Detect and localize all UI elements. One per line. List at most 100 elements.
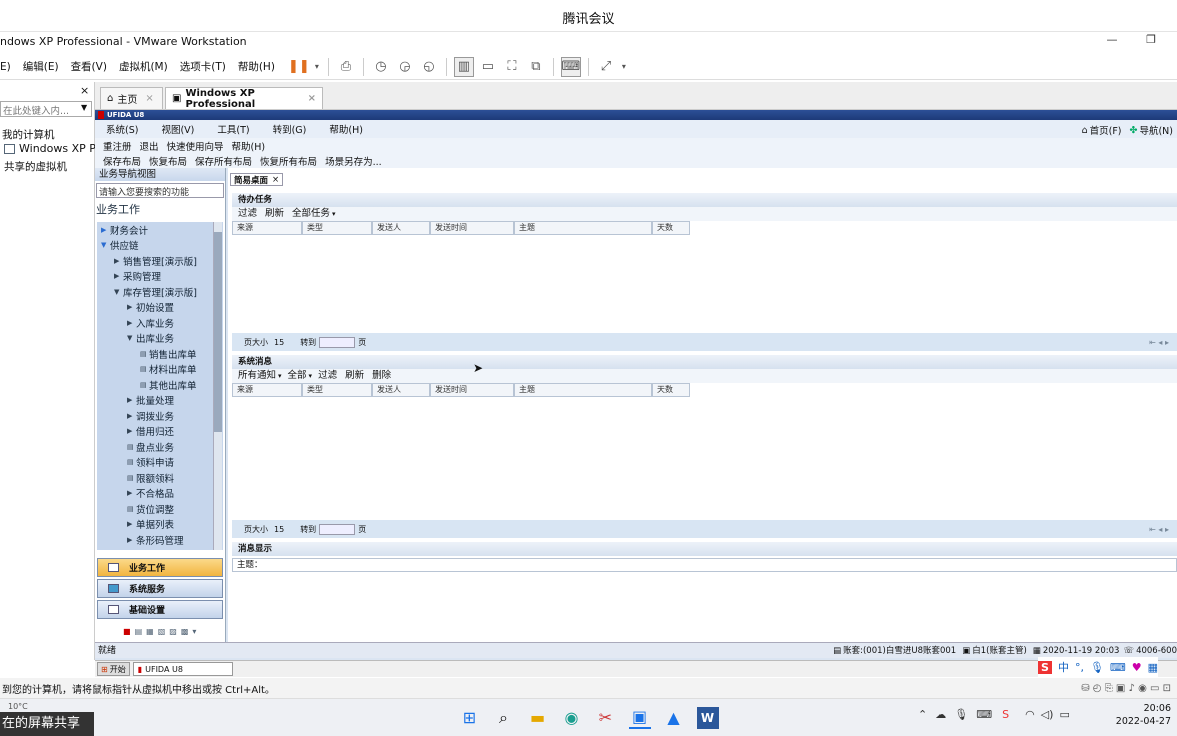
word-icon[interactable]: W: [696, 706, 719, 729]
sysmsg-filter-button[interactable]: 过滤: [318, 369, 337, 383]
chevron-down-icon[interactable]: ▾: [332, 207, 336, 221]
col-subject[interactable]: 主题: [514, 221, 652, 235]
col-type[interactable]: 类型: [302, 383, 372, 397]
nav-tree-item[interactable]: ▶ 财务会计: [97, 222, 223, 238]
col-days[interactable]: 天数: [652, 383, 690, 397]
nav-system-service-button[interactable]: 系统服务: [97, 579, 223, 598]
wifi-icon[interactable]: ◠: [1025, 708, 1035, 721]
sysmsg-refresh-button[interactable]: 刷新: [345, 369, 364, 383]
photo-app-icon[interactable]: ▲: [663, 707, 685, 729]
tool-icon[interactable]: ▦: [146, 627, 154, 636]
chevron-down-icon[interactable]: ▾: [313, 57, 321, 77]
microphone-icon[interactable]: 🎙: [1090, 661, 1104, 674]
nav-tree-item[interactable]: ▶ 调拨业务: [97, 408, 223, 424]
collapsed-arrow-icon[interactable]: ▶: [127, 396, 136, 404]
chevron-down-icon[interactable]: ▾: [278, 369, 282, 383]
close-icon[interactable]: ×: [145, 93, 153, 104]
collapsed-arrow-icon[interactable]: ▶: [114, 257, 123, 265]
document-icon[interactable]: ▤: [140, 365, 149, 373]
tab-home[interactable]: ⌂ 主页 ×: [100, 87, 163, 109]
expanded-arrow-icon[interactable]: ▼: [101, 241, 110, 249]
menu-file[interactable]: E): [0, 61, 11, 73]
nav-tree-item[interactable]: ▼ 出库业务: [97, 331, 223, 347]
tool-icon[interactable]: ▩: [181, 627, 189, 636]
nav-tree-item[interactable]: ▶ 采购管理: [97, 269, 223, 285]
menu-vm[interactable]: 虚拟机(M): [119, 59, 168, 74]
nav-tree-item[interactable]: ▤ 领料申请: [97, 455, 223, 471]
col-type[interactable]: 类型: [302, 221, 372, 235]
nav-tree-item[interactable]: ▤ 其他出库单: [97, 377, 223, 393]
tool-icon[interactable]: ▧: [158, 627, 166, 636]
collapsed-arrow-icon[interactable]: ▶: [127, 520, 136, 528]
nav-basic-settings-button[interactable]: 基础设置: [97, 600, 223, 619]
todo-filter-button[interactable]: 过滤: [238, 207, 257, 221]
collapsed-arrow-icon[interactable]: ▶: [127, 427, 136, 435]
tencent-meeting-icon[interactable]: ▣: [628, 707, 651, 729]
u8-relogin-button[interactable]: 重注册: [103, 139, 132, 153]
col-subject[interactable]: 主题: [514, 383, 652, 397]
collapsed-arrow-icon[interactable]: ▶: [127, 536, 136, 544]
collapsed-arrow-icon[interactable]: ▶: [127, 319, 136, 327]
chevron-down-icon[interactable]: ▼: [81, 103, 87, 112]
taskbar-clock[interactable]: 20:06 2022-04-27: [1116, 702, 1171, 728]
windows-start-icon[interactable]: ⊞: [459, 707, 481, 729]
snapshot-manager-icon[interactable]: ◵: [419, 57, 439, 77]
col-source[interactable]: 来源: [232, 383, 302, 397]
document-icon[interactable]: ▤: [127, 443, 136, 451]
close-icon[interactable]: ×: [80, 84, 89, 97]
chevron-up-icon[interactable]: ⌃: [918, 708, 927, 721]
menu-help[interactable]: 帮助(H): [238, 59, 275, 74]
u8-menu-system[interactable]: 系统(S): [106, 122, 138, 136]
pause-icon[interactable]: ❚❚: [288, 57, 310, 77]
document-icon[interactable]: ▤: [127, 505, 136, 513]
nav-tree-item[interactable]: ▶ 不合格品: [97, 486, 223, 502]
edge-icon[interactable]: ◉: [561, 707, 583, 729]
xp-start-button[interactable]: ⊞ 开始: [97, 662, 130, 676]
u8-home-link[interactable]: 首页(F): [1090, 123, 1122, 137]
save-layout-button[interactable]: 保存布局: [103, 154, 141, 168]
tab-winxp[interactable]: ▣ Windows XP Professional ×: [165, 87, 323, 110]
tab-simple-desktop[interactable]: 简易桌面 ×: [230, 173, 284, 186]
stretch-icon[interactable]: ⤢: [596, 57, 616, 77]
nav-tree-item[interactable]: ▶ 入库业务: [97, 315, 223, 331]
pager-nav-icons[interactable]: ⇤ ◂ ▸: [1149, 338, 1169, 347]
tool-icon[interactable]: ▨: [169, 627, 177, 636]
nav-tree-item[interactable]: ▶ 销售管理[演示版]: [97, 253, 223, 269]
chevron-down-icon[interactable]: ▾: [620, 57, 628, 77]
device-icons[interactable]: ⛁ ◴ ⎘ ▣ ♪ ◉ ▭ ⊡: [1081, 683, 1171, 694]
send-ctrl-alt-del-icon[interactable]: ⎙: [336, 57, 356, 77]
nav-tree-item[interactable]: ▤ 限额领料: [97, 470, 223, 486]
save-scene-as-button[interactable]: 场景另存为...: [325, 154, 382, 168]
nav-search-input[interactable]: 请输入您要搜索的功能: [96, 183, 224, 198]
u8-menu-view[interactable]: 视图(V): [161, 122, 194, 136]
library-view-icon[interactable]: ▥: [453, 56, 474, 77]
battery-icon[interactable]: ▭: [1059, 708, 1069, 721]
stop-icon[interactable]: ■: [123, 627, 131, 636]
library-item-shared[interactable]: 共享的虚拟机: [4, 159, 67, 174]
menu-view[interactable]: 查看(V): [71, 59, 107, 74]
u8-menu-tools[interactable]: 工具(T): [217, 122, 249, 136]
col-sender[interactable]: 发送人: [372, 383, 430, 397]
goto-page-input[interactable]: [319, 336, 356, 348]
goto-page-input[interactable]: [319, 523, 356, 535]
page-size-value[interactable]: 15: [274, 525, 284, 534]
col-sender[interactable]: 发送人: [372, 221, 430, 235]
col-days[interactable]: 天数: [652, 221, 690, 235]
nav-tree-item[interactable]: ▤ 盘点业务: [97, 439, 223, 455]
library-search-input[interactable]: 在此处键入内...: [0, 101, 92, 117]
sogou-icon[interactable]: S: [1038, 660, 1052, 674]
punctuation-icon[interactable]: °,: [1075, 661, 1084, 674]
cloud-icon[interactable]: ☁: [935, 708, 946, 721]
nav-tree-item[interactable]: ▤ 货位调整: [97, 501, 223, 517]
document-icon[interactable]: ▤: [140, 381, 149, 389]
close-icon[interactable]: ×: [308, 93, 316, 104]
all-notices-dropdown[interactable]: 所有通知: [238, 369, 276, 383]
col-send-time[interactable]: 发送时间: [430, 383, 514, 397]
nav-tree-item[interactable]: ▶ 初始设置: [97, 300, 223, 316]
nav-tree-item[interactable]: ▤ 材料出库单: [97, 362, 223, 378]
nav-tree-item[interactable]: ▶ 单据列表: [97, 517, 223, 533]
file-explorer-icon[interactable]: ▬: [527, 707, 549, 729]
sysmsg-delete-button[interactable]: 删除: [372, 369, 391, 383]
collapsed-arrow-icon[interactable]: ▶: [127, 489, 136, 497]
fullscreen-icon[interactable]: ⛶: [502, 57, 522, 77]
